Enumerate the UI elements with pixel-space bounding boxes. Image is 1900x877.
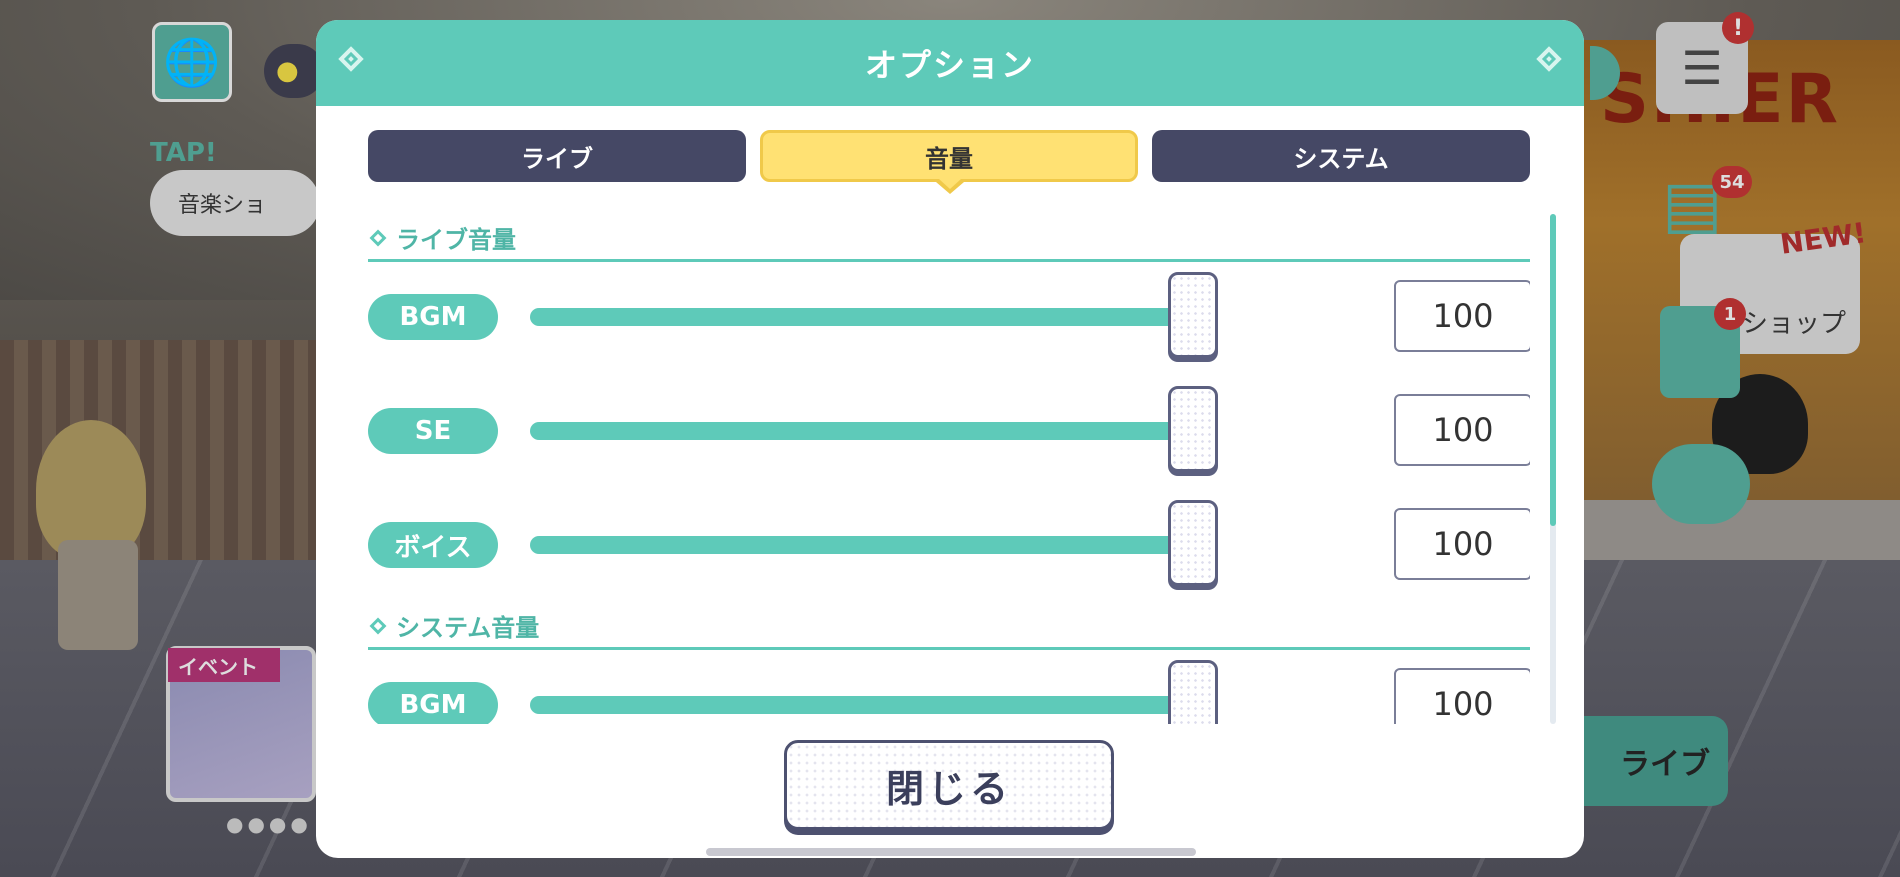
tap-label: TAP!	[150, 138, 217, 168]
section-title: ライブ音量	[396, 226, 516, 254]
volume-label: BGM	[368, 682, 498, 724]
live-bgm-row: BGM 100	[368, 262, 1530, 376]
volume-value: 100	[1394, 280, 1530, 352]
volume-slider-track[interactable]	[530, 422, 1210, 440]
music-shop-label: 音楽ショ	[178, 193, 267, 218]
tab-live[interactable]: ライブ	[368, 130, 746, 182]
close-button[interactable]: 閉じる	[784, 740, 1114, 830]
system-volume-section: システム音量 BGM 100	[368, 604, 1530, 724]
volume-slider-handle[interactable]	[1168, 660, 1218, 724]
volume-value: 100	[1394, 508, 1530, 580]
home-indicator[interactable]	[706, 848, 1196, 856]
live-button[interactable]: ライブ	[1574, 716, 1728, 806]
dialog-title: オプション	[864, 46, 1035, 84]
diamond-icon	[369, 229, 387, 246]
diamond-icon	[1536, 46, 1562, 72]
options-dialog: オプション ライブ 音量 システム ライブ音量 BGM 100 SE 100 ボ…	[316, 20, 1584, 858]
volume-slider-handle[interactable]	[1168, 500, 1218, 586]
section-title: システム音量	[396, 614, 540, 642]
character-blond-head[interactable]	[36, 420, 146, 560]
diamond-icon	[338, 46, 364, 72]
section-header: ライブ音量	[368, 216, 1530, 262]
gift-badge: 54	[1712, 166, 1752, 198]
live-volume-section: ライブ音量 BGM 100 SE 100 ボイス 100	[368, 216, 1530, 604]
banner-page-dots[interactable]: ●●●●	[226, 812, 312, 836]
globe-icon[interactable]: 🌐	[152, 22, 232, 102]
character-blond-body[interactable]	[58, 540, 138, 650]
shop-label: ショップ	[1741, 309, 1846, 339]
dialog-header: オプション	[316, 20, 1584, 106]
tab-volume[interactable]: 音量	[760, 130, 1138, 182]
system-bgm-row: BGM 100	[368, 650, 1530, 724]
diamond-icon	[369, 617, 387, 634]
location-pin-icon[interactable]: ●	[264, 44, 324, 98]
volume-slider-handle[interactable]	[1168, 386, 1218, 472]
event-tag: イベント	[168, 648, 280, 682]
friends-icon[interactable]	[1652, 444, 1750, 524]
active-tab-pointer	[936, 179, 964, 194]
live-voice-row: ボイス 100	[368, 490, 1530, 604]
volume-slider-handle[interactable]	[1168, 272, 1218, 358]
scrollbar-thumb[interactable]	[1550, 214, 1556, 526]
volume-slider-track[interactable]	[530, 308, 1210, 326]
music-shop-button[interactable]: 音楽ショ	[150, 170, 320, 236]
volume-label: SE	[368, 408, 498, 454]
volume-value: 100	[1394, 668, 1530, 724]
live-se-row: SE 100	[368, 376, 1530, 490]
menu-badge: !	[1722, 12, 1754, 44]
volume-settings-list[interactable]: ライブ音量 BGM 100 SE 100 ボイス 100 システム音量 BGM …	[368, 216, 1530, 724]
mission-badge: 1	[1714, 298, 1746, 330]
volume-slider-track[interactable]	[530, 536, 1210, 554]
volume-label: ボイス	[368, 522, 498, 568]
options-tabs: ライブ 音量 システム	[368, 130, 1530, 194]
close-label: 閉じる	[885, 766, 1012, 811]
section-header: システム音量	[368, 604, 1530, 650]
volume-label: BGM	[368, 294, 498, 340]
volume-slider-track[interactable]	[530, 696, 1210, 714]
tab-system[interactable]: システム	[1152, 130, 1530, 182]
volume-value: 100	[1394, 394, 1530, 466]
